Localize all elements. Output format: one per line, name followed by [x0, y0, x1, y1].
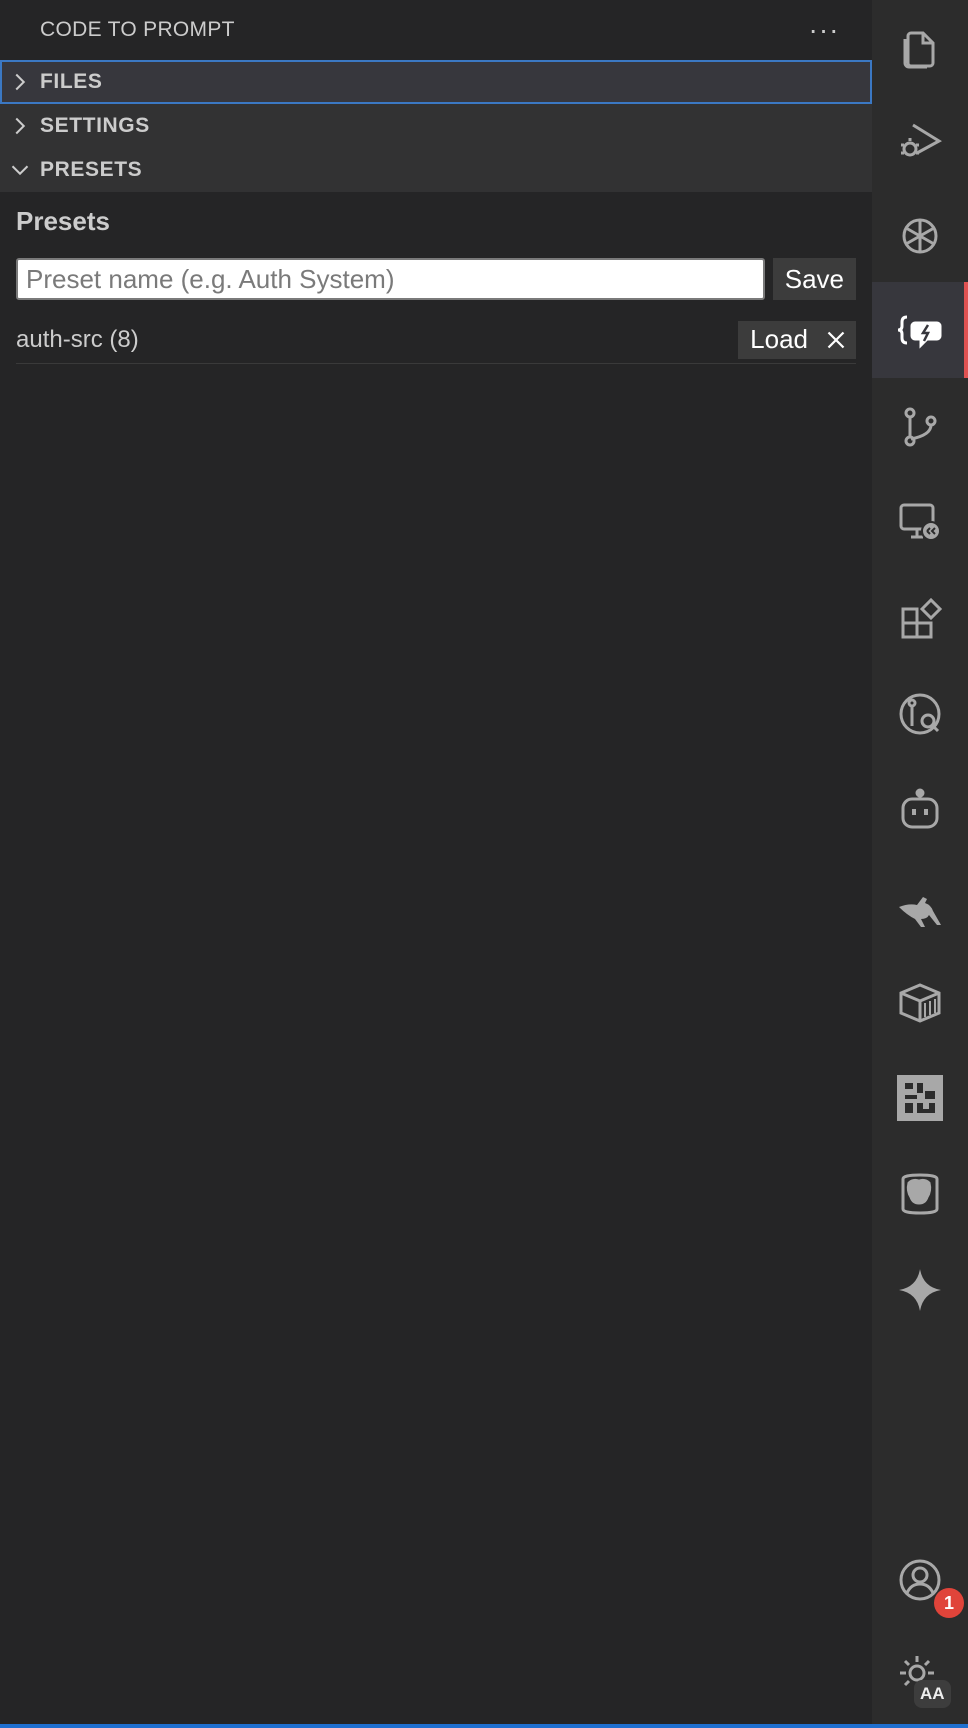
- code-to-prompt-icon[interactable]: [872, 282, 968, 378]
- git-lens-icon[interactable]: [872, 666, 968, 762]
- vscode-window: CODE TO PROMPT ··· FILES SETTINGS PRESET…: [0, 0, 968, 1728]
- settings-badge: AA: [914, 1680, 951, 1708]
- source-control-icon[interactable]: [872, 378, 968, 474]
- chevron-down-icon: [0, 160, 40, 180]
- container-icon[interactable]: [872, 954, 968, 1050]
- presets-body: Presets Save auth-src (8) Load: [0, 192, 872, 364]
- section-presets[interactable]: PRESETS: [0, 148, 872, 192]
- presets-heading: Presets: [16, 206, 110, 236]
- preset-item: auth-src (8) Load: [16, 320, 856, 364]
- preset-item-actions: Load: [738, 320, 856, 359]
- section-presets-label: PRESETS: [40, 158, 143, 181]
- preset-form: Save: [16, 258, 856, 300]
- settings-gear-icon[interactable]: AA: [872, 1628, 968, 1724]
- panel-title: CODE TO PROMPT: [40, 18, 235, 41]
- kangaroo-icon[interactable]: [872, 858, 968, 954]
- section-files-label: FILES: [40, 70, 103, 93]
- qr-code-icon[interactable]: [872, 1050, 968, 1146]
- save-preset-button[interactable]: Save: [772, 258, 856, 300]
- section-settings-label: SETTINGS: [40, 114, 150, 137]
- status-bar-edge: [0, 1724, 968, 1728]
- postgres-icon[interactable]: [872, 1146, 968, 1242]
- panel-header: CODE TO PROMPT ···: [0, 0, 872, 60]
- remote-explorer-icon[interactable]: [872, 474, 968, 570]
- openai-icon[interactable]: [872, 188, 968, 284]
- accounts-badge: 1: [934, 1588, 964, 1618]
- code-to-prompt-panel: CODE TO PROMPT ··· FILES SETTINGS PRESET…: [0, 0, 872, 1728]
- copilot-icon[interactable]: [872, 762, 968, 858]
- extensions-icon[interactable]: [872, 570, 968, 666]
- section-files[interactable]: FILES: [0, 60, 872, 104]
- accounts-icon[interactable]: 1: [872, 1532, 968, 1628]
- preset-name-input[interactable]: [16, 258, 765, 300]
- chevron-right-icon: [0, 72, 40, 92]
- more-actions-button[interactable]: ···: [804, 10, 844, 50]
- chevron-right-icon: [0, 116, 40, 136]
- load-preset-button[interactable]: Load: [750, 324, 808, 355]
- activity-bar: 1 AA: [872, 0, 968, 1728]
- section-settings[interactable]: SETTINGS: [0, 104, 872, 148]
- preset-item-name: auth-src (8): [16, 325, 139, 353]
- run-debug-icon[interactable]: [872, 92, 968, 188]
- sparkle-icon[interactable]: [872, 1242, 968, 1338]
- files-icon[interactable]: [872, 0, 968, 96]
- delete-preset-icon[interactable]: [826, 330, 846, 350]
